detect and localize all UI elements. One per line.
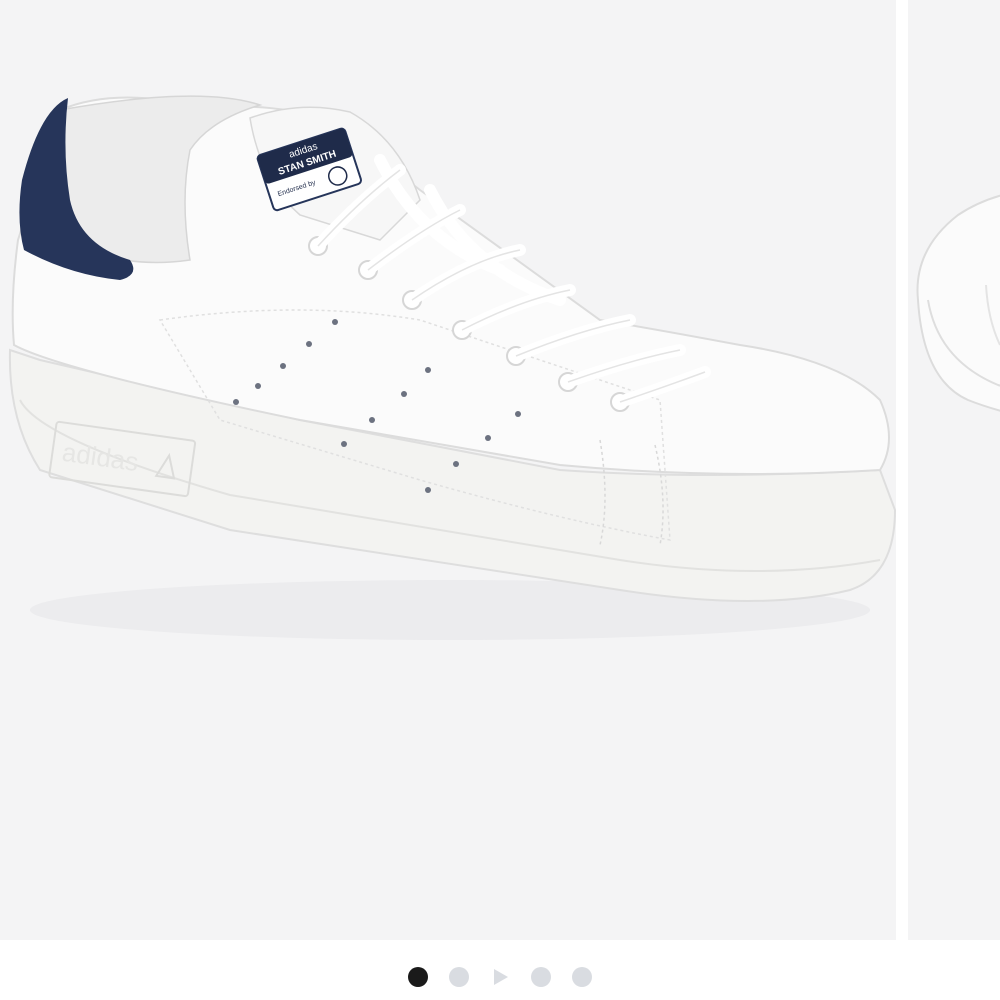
- pagination-dot-4[interactable]: [531, 967, 551, 987]
- product-gallery: adidas STAN SMITH Endorsed by adidas: [0, 0, 1000, 1000]
- gallery-slide-active[interactable]: adidas STAN SMITH Endorsed by adidas: [0, 0, 896, 940]
- pagination-video-dot[interactable]: [490, 967, 510, 987]
- pagination-dot-2[interactable]: [449, 967, 469, 987]
- pagination-dot-1[interactable]: [408, 967, 428, 987]
- gallery-slide-next-preview[interactable]: [908, 0, 1000, 940]
- pagination-dot-5[interactable]: [572, 967, 592, 987]
- sneaker-image-next: [916, 194, 1000, 412]
- carousel-pagination: [0, 966, 1000, 988]
- play-icon: [494, 969, 508, 985]
- sneaker-image: adidas STAN SMITH Endorsed by adidas: [8, 95, 896, 640]
- carousel-track[interactable]: adidas STAN SMITH Endorsed by adidas: [0, 0, 1000, 940]
